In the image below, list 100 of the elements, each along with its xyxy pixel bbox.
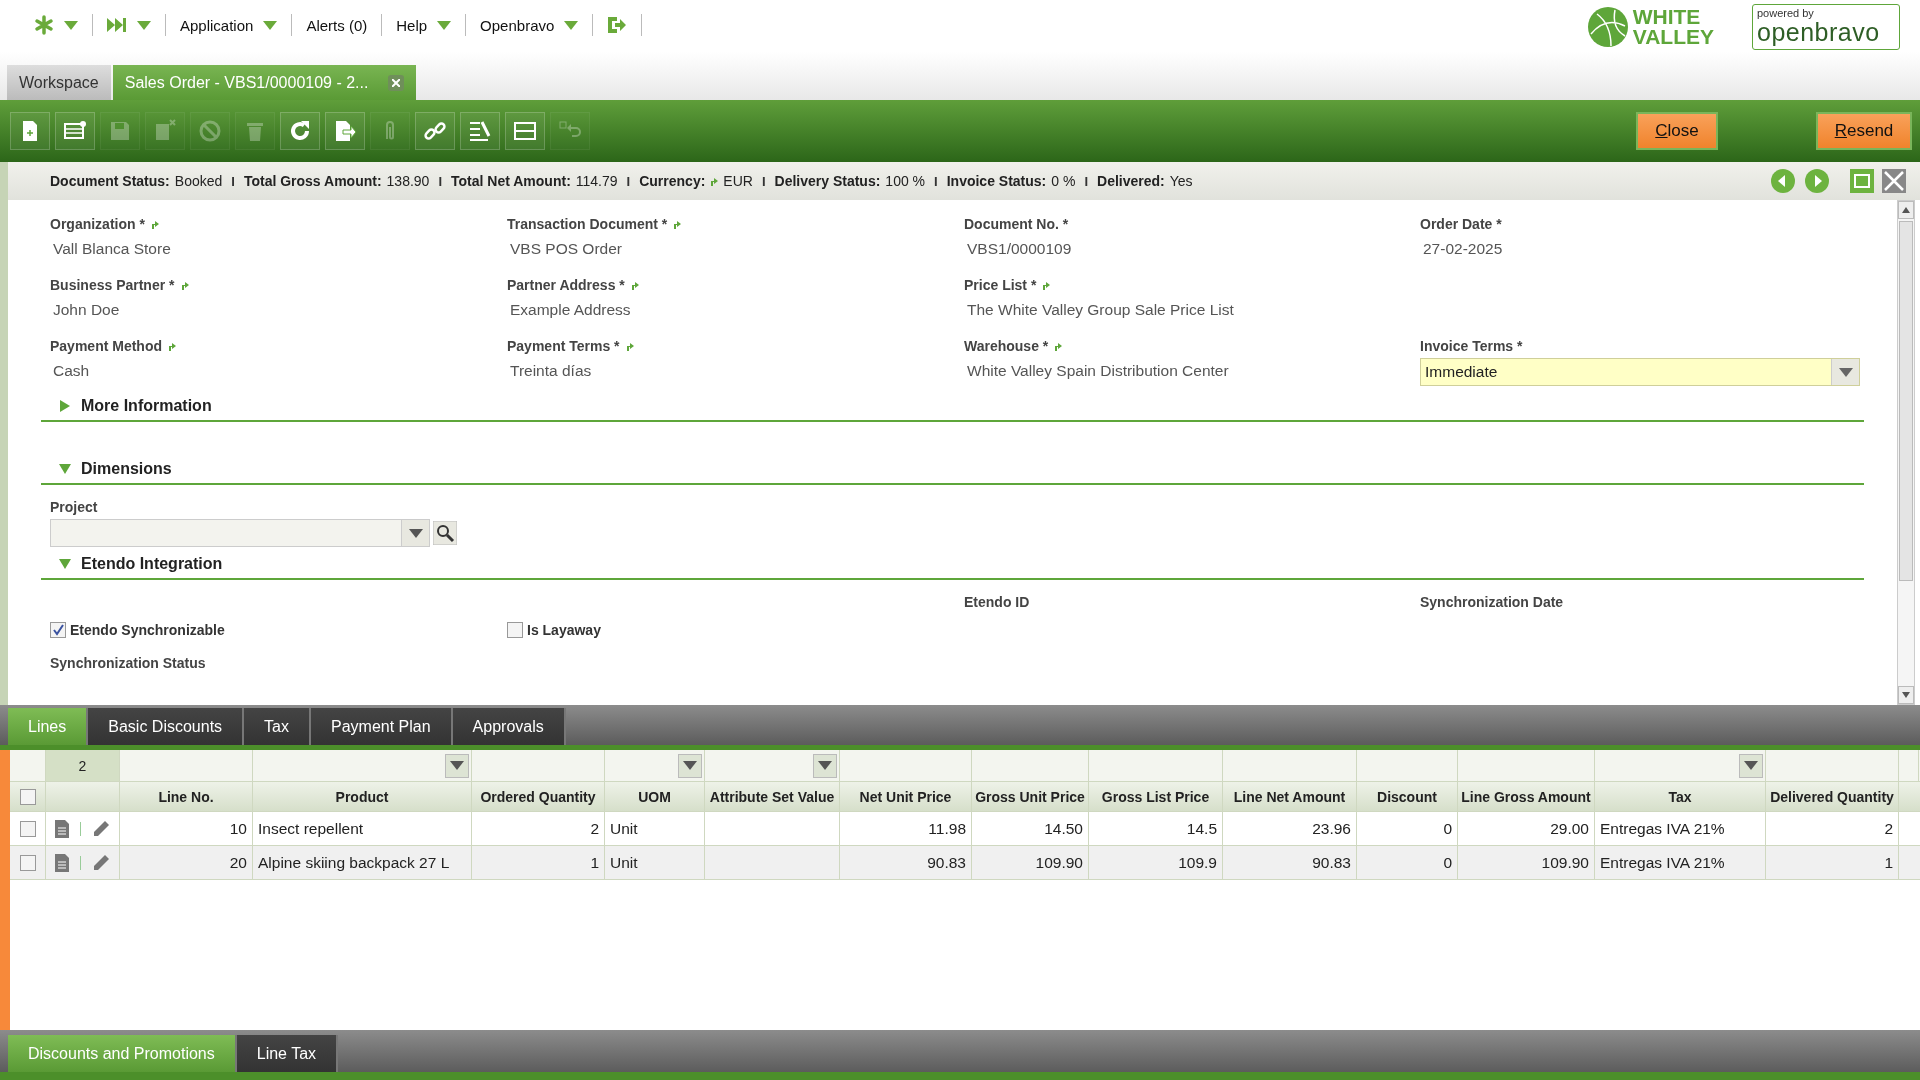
action-button[interactable]: Close [1636,112,1718,150]
toolbar-button[interactable] [415,112,455,150]
dropdown-caret-icon[interactable] [564,20,579,30]
link-arrow-icon[interactable] [630,280,639,290]
dropdown-caret-icon[interactable] [137,20,151,30]
column-header[interactable]: Ordered Quantity [472,782,605,811]
maximize-icon[interactable] [1850,169,1874,193]
link-arrow-icon[interactable] [625,341,634,351]
field-label: Invoice Terms * [1420,337,1524,356]
link-arrow-icon[interactable] [1042,280,1051,290]
dropdown-caret-icon[interactable] [408,528,423,538]
document-icon[interactable] [54,852,70,873]
sub-tab[interactable]: Tax [244,708,311,745]
menu-item[interactable]: Help [396,16,428,34]
checkbox-label[interactable]: Etendo Synchronizable [50,612,498,645]
table-cell: 109.90 [1458,846,1595,879]
collapse-icon[interactable] [59,463,71,475]
field-label: Partner Address * [507,275,955,295]
column-header[interactable]: Line Gross Amount [1458,782,1595,811]
dropdown-caret-icon[interactable] [1744,761,1758,770]
checkbox[interactable] [50,621,66,638]
field-label: Synchronization Date [1420,593,1565,612]
filter-dropdown-button[interactable] [813,753,837,778]
column-header[interactable]: Attribute Set Value [705,782,840,811]
sub-tab[interactable]: Line Tax [236,1035,339,1072]
column-header[interactable]: Gross Unit Price [972,782,1089,811]
column-header[interactable]: Delivered Quantity [1766,782,1899,811]
expand-icon[interactable] [59,400,71,412]
checkbox-label[interactable]: Is Layaway [507,612,955,645]
row-checkbox[interactable] [19,854,36,871]
separator-mark: I [1084,173,1089,189]
combo-field[interactable] [50,519,430,547]
dropdown-caret-icon[interactable] [263,20,278,30]
column-header[interactable]: Line No. [120,782,253,811]
search-icon[interactable] [433,521,457,545]
link-arrow-icon[interactable] [150,219,159,229]
filter-dropdown-button[interactable] [1739,753,1763,778]
fast-forward-icon[interactable] [107,17,127,33]
link-arrow-icon[interactable] [180,280,189,290]
action-button[interactable]: Resend [1816,112,1912,150]
dropdown-caret-icon[interactable] [818,761,832,770]
edit-pencil-icon[interactable] [91,818,111,839]
filter-dropdown-button[interactable] [445,753,469,778]
link-arrow-icon[interactable] [1054,341,1063,351]
previous-icon[interactable] [1770,168,1796,194]
sub-tab[interactable]: Payment Plan [311,708,453,745]
column-header[interactable]: Tax [1595,782,1766,811]
menu-item[interactable]: Application [180,16,254,34]
dropdown-caret-icon[interactable] [683,761,697,770]
dropdown-caret-icon[interactable] [437,20,452,30]
column-header[interactable]: Discount [1357,782,1458,811]
close-icon[interactable] [388,74,405,91]
sub-tab[interactable]: Approvals [452,708,566,745]
column-header[interactable]: Gross List Price [1089,782,1223,811]
status-item: Delivered: Yes [1097,173,1193,189]
dropdown-caret-icon[interactable] [64,20,78,30]
status-item: Currency: EUR [639,173,753,189]
toolbar-button[interactable] [505,112,545,150]
link-arrow-icon[interactable] [168,341,176,351]
row-checkbox[interactable] [19,820,36,837]
table-cell: 2 [472,812,605,845]
section-header[interactable]: Dimensions [41,460,1864,485]
scroll-down-icon[interactable] [1902,692,1910,698]
section-header[interactable]: Etendo Integration [41,555,1864,580]
asterisk-icon[interactable] [34,15,54,35]
column-header[interactable]: Net Unit Price [840,782,972,811]
column-header[interactable]: Line Net Amount [1223,782,1357,811]
scrollbar[interactable] [1897,200,1915,705]
toolbar-button[interactable] [325,112,365,150]
company-logo-text: WHITE VALLEY [1632,7,1714,47]
toolbar-button[interactable] [55,112,95,150]
toolbar-button[interactable] [280,112,320,150]
table-cell: 109.9 [1089,846,1223,879]
edit-pencil-icon[interactable] [91,852,111,873]
refresh-icon [288,119,312,143]
link-arrow-icon[interactable] [673,219,682,229]
toolbar-button[interactable] [460,112,500,150]
menu-item[interactable]: Alerts (0) [306,16,368,34]
filter-dropdown-button[interactable] [678,753,702,778]
section-header[interactable]: More Information [41,397,1864,422]
window-tab[interactable]: Workspace [7,65,111,100]
next-icon[interactable] [1804,168,1830,194]
table-cell: 20 [120,846,253,879]
menu-item[interactable]: Openbravo [480,16,555,34]
dropdown-caret-icon[interactable] [1838,367,1853,377]
close-icon[interactable] [1882,169,1906,193]
select-field[interactable]: Immediate [1420,358,1860,386]
field-label: Document No. * [964,215,1070,234]
select-all-checkbox[interactable] [19,788,36,805]
document-icon[interactable] [54,818,70,839]
logout-icon[interactable] [607,16,628,34]
sub-tab[interactable]: Basic Discounts [88,708,245,745]
checkbox[interactable] [507,621,523,638]
collapse-icon[interactable] [59,558,71,570]
link-arrow-icon[interactable] [710,176,719,186]
toolbar-button[interactable] [10,112,50,150]
column-header[interactable]: Product [253,782,472,811]
dropdown-caret-icon[interactable] [450,761,464,770]
column-header[interactable]: UOM [605,782,705,811]
scroll-up-icon[interactable] [1902,207,1910,213]
